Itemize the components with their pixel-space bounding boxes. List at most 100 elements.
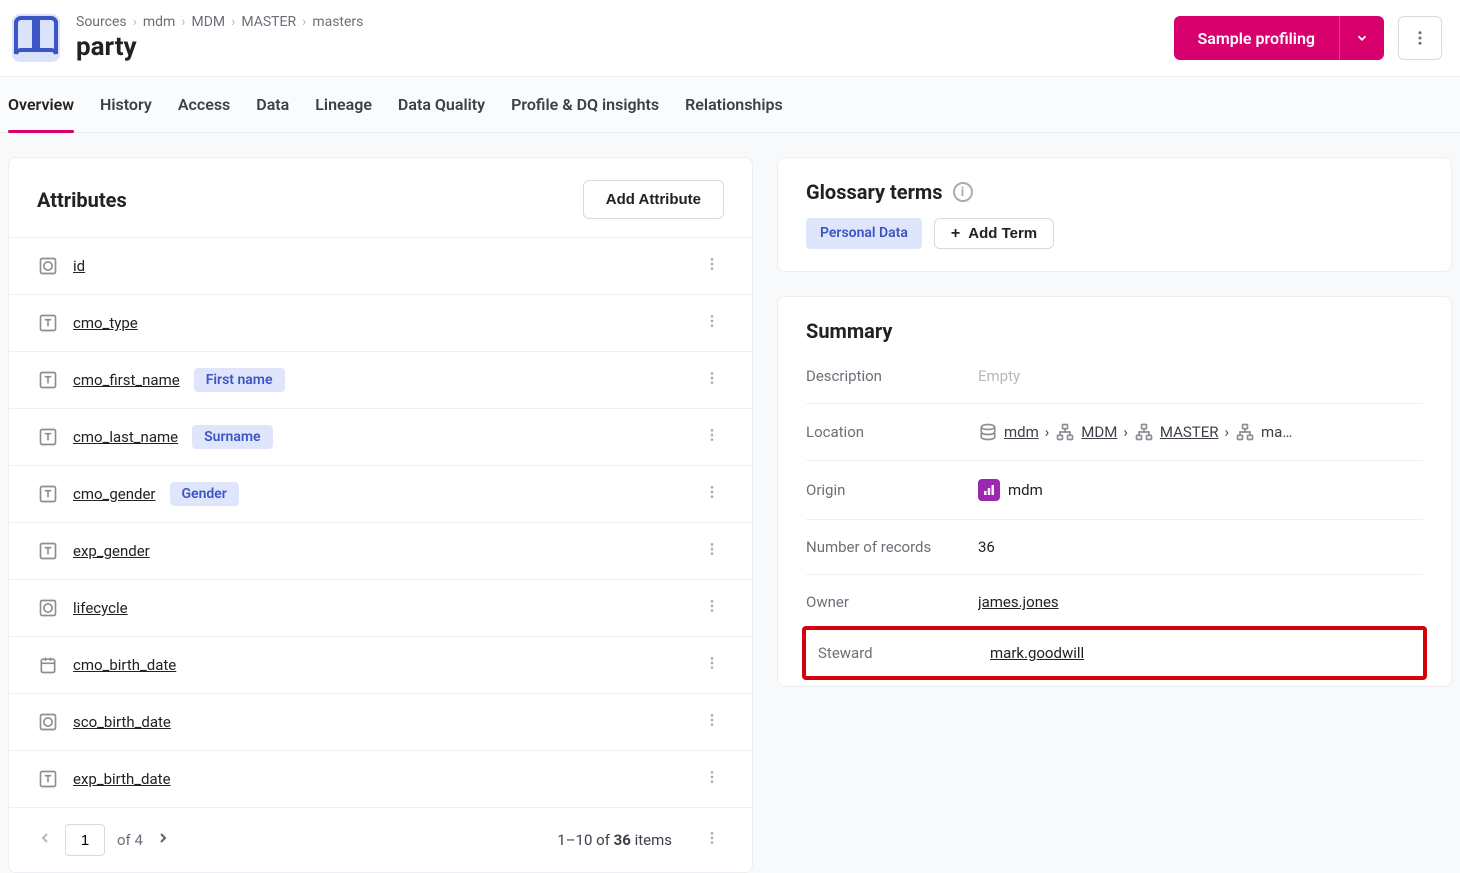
tab-profile-dq[interactable]: Profile & DQ insights [511, 77, 659, 132]
tab-access[interactable]: Access [178, 77, 230, 132]
attribute-name[interactable]: cmo_type [73, 314, 138, 332]
breadcrumb-item[interactable]: MDM [192, 14, 226, 30]
chevron-right-icon: › [1123, 423, 1128, 441]
add-term-button[interactable]: + Add Term [934, 218, 1054, 249]
attribute-name[interactable]: cmo_birth_date [73, 656, 176, 674]
dots-vertical-icon [1411, 29, 1429, 47]
page-next-button[interactable] [155, 830, 171, 850]
attribute-name[interactable]: cmo_last_name [73, 428, 178, 446]
type-icon [37, 540, 59, 562]
chevron-down-icon [1355, 31, 1369, 45]
attributes-title: Attributes [37, 188, 127, 212]
row-more-button[interactable] [700, 423, 724, 451]
location-crumb[interactable]: MDM [1081, 423, 1117, 441]
attribute-name[interactable]: sco_birth_date [73, 713, 171, 731]
page-prev-button[interactable] [37, 830, 53, 850]
attribute-row[interactable]: cmo_type [9, 294, 752, 351]
footer-more-button[interactable] [700, 826, 724, 854]
row-more-button[interactable] [700, 309, 724, 337]
attribute-row[interactable]: sco_birth_date [9, 693, 752, 750]
location-crumb[interactable]: MASTER [1160, 423, 1219, 441]
plus-icon: + [951, 226, 960, 242]
attribute-name[interactable]: lifecycle [73, 599, 128, 617]
attribute-name[interactable]: cmo_first_name [73, 371, 180, 389]
row-more-button[interactable] [700, 252, 724, 280]
attribute-row[interactable]: cmo_first_name First name [9, 351, 752, 408]
breadcrumb: Sources› mdm› MDM› MASTER› masters [76, 14, 1158, 30]
row-more-button[interactable] [700, 480, 724, 508]
hierarchy-icon [1235, 422, 1255, 442]
row-more-button[interactable] [700, 651, 724, 679]
more-actions-button[interactable] [1398, 16, 1442, 60]
tab-lineage[interactable]: Lineage [315, 77, 372, 132]
sample-profiling-button[interactable]: Sample profiling [1174, 16, 1341, 60]
location-crumb[interactable]: mdm [1004, 423, 1039, 441]
breadcrumb-item[interactable]: mdm [143, 14, 175, 30]
sample-profiling-dropdown[interactable] [1340, 16, 1384, 60]
breadcrumb-item[interactable]: masters [312, 14, 363, 30]
attribute-row[interactable]: cmo_gender Gender [9, 465, 752, 522]
glossary-panel: Glossary terms i Personal Data + Add Ter… [777, 157, 1452, 272]
attributes-footer: of 4 1–10 of 36 items [9, 807, 752, 872]
summary-row-records: Number of records 36 [806, 520, 1423, 575]
type-icon [37, 654, 59, 676]
chevron-right-icon: › [1225, 423, 1230, 441]
attribute-row[interactable]: id [9, 237, 752, 294]
add-attribute-button[interactable]: Add Attribute [583, 180, 724, 219]
add-term-label: Add Term [968, 225, 1037, 242]
attribute-name[interactable]: exp_birth_date [73, 770, 171, 788]
attribute-row[interactable]: lifecycle [9, 579, 752, 636]
highlight-steward: Steward mark.goodwill [802, 626, 1427, 680]
steward-link[interactable]: mark.goodwill [990, 644, 1084, 662]
tab-overview[interactable]: Overview [8, 77, 74, 132]
tab-history[interactable]: History [100, 77, 152, 132]
attribute-row[interactable]: exp_birth_date [9, 750, 752, 807]
tab-relationships[interactable]: Relationships [685, 77, 783, 132]
tab-data-quality[interactable]: Data Quality [398, 77, 485, 132]
book-icon [12, 14, 60, 62]
attributes-panel: Attributes Add Attribute id cmo_type cmo_f… [8, 157, 753, 873]
row-more-button[interactable] [700, 765, 724, 793]
attribute-name[interactable]: id [73, 257, 85, 275]
summary-row-steward: Steward mark.goodwill [806, 630, 1423, 676]
summary-row-origin: Origin mdm [806, 461, 1423, 520]
summary-row-location: Location mdm › MDM › MASTER › [806, 404, 1423, 461]
glossary-term-tag[interactable]: Personal Data [806, 218, 922, 249]
row-more-button[interactable] [700, 537, 724, 565]
info-icon[interactable]: i [953, 182, 973, 202]
page-of-label: of 4 [117, 831, 143, 849]
breadcrumb-item[interactable]: Sources [76, 14, 127, 30]
breadcrumb-item[interactable]: MASTER [241, 14, 296, 30]
attribute-name[interactable]: exp_gender [73, 542, 150, 560]
type-icon [37, 312, 59, 334]
hierarchy-icon [1055, 422, 1075, 442]
database-icon [978, 422, 998, 442]
attribute-row[interactable]: exp_gender [9, 522, 752, 579]
attribute-tag[interactable]: First name [194, 368, 285, 392]
location-crumb[interactable]: ma… [1261, 423, 1292, 441]
hierarchy-icon [1134, 422, 1154, 442]
location-breadcrumb: mdm › MDM › MASTER › ma… [978, 422, 1292, 442]
row-more-button[interactable] [700, 366, 724, 394]
attribute-name[interactable]: cmo_gender [73, 485, 156, 503]
attribute-row[interactable]: cmo_last_name Surname [9, 408, 752, 465]
type-icon [37, 426, 59, 448]
glossary-title: Glossary terms i [806, 180, 973, 204]
type-icon [37, 597, 59, 619]
chevron-right-icon: › [1045, 423, 1050, 441]
origin-value: mdm [1008, 481, 1043, 499]
summary-row-description: Description Empty [806, 349, 1423, 404]
tab-data[interactable]: Data [256, 77, 289, 132]
attribute-tag[interactable]: Surname [192, 425, 272, 449]
page-title: party [76, 32, 1158, 62]
row-more-button[interactable] [700, 708, 724, 736]
summary-title: Summary [806, 319, 892, 343]
owner-link[interactable]: james.jones [978, 593, 1059, 611]
page-input[interactable] [65, 824, 105, 856]
attribute-tag[interactable]: Gender [170, 482, 239, 506]
attribute-row[interactable]: cmo_birth_date [9, 636, 752, 693]
type-icon [37, 711, 59, 733]
tab-bar: Overview History Access Data Lineage Dat… [0, 76, 1460, 133]
sample-profiling-button-group: Sample profiling [1174, 16, 1385, 60]
row-more-button[interactable] [700, 594, 724, 622]
